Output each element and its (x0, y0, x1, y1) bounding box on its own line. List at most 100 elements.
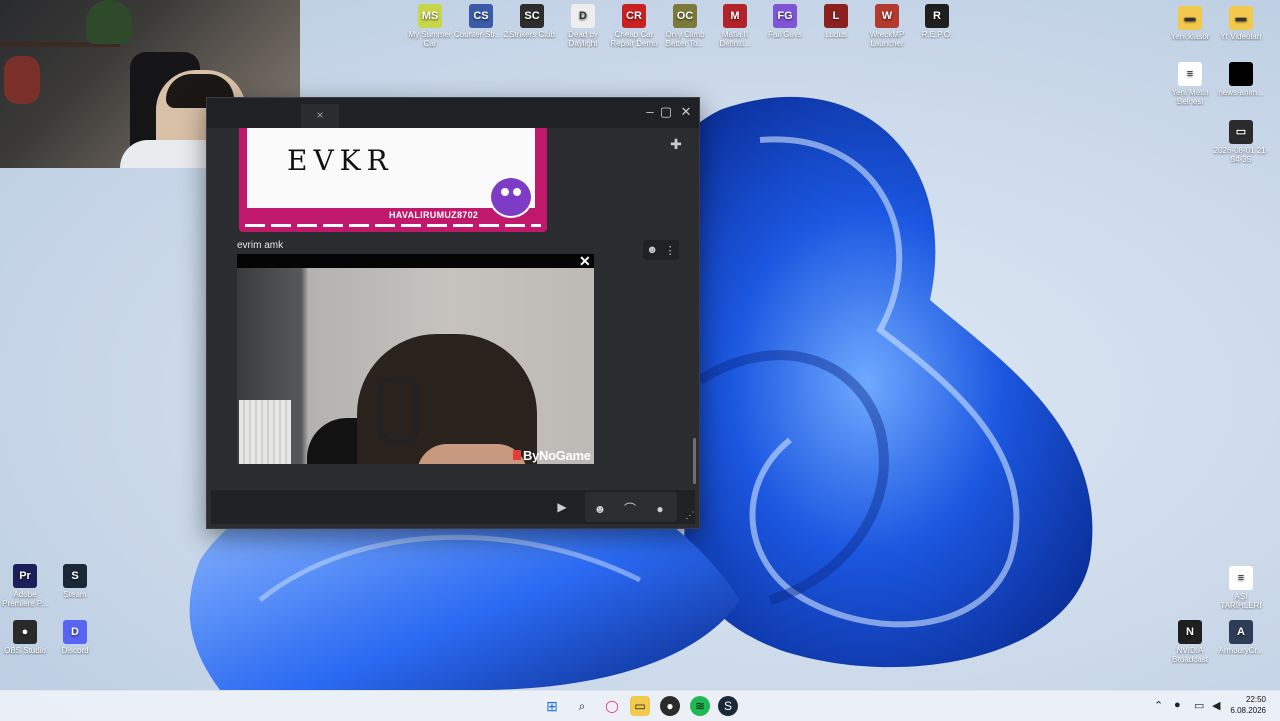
message-actions[interactable]: ☻ ⋮ (643, 240, 679, 260)
desktop-icon-left-2-icon: ● (13, 620, 37, 644)
desktop-icon-top-1-label: Counter-Str... 2 (453, 30, 509, 39)
desktop-icon-right-3-icon (1229, 62, 1253, 86)
desktop-icon-top-2-icon: SC (520, 4, 544, 28)
desktop-icon-top-8-label: Ludus (825, 30, 847, 39)
desktop-icon-top-1[interactable]: CS Counter-Str... 2 (453, 4, 509, 39)
desktop-icon-top-5[interactable]: OC Only Climb Better To... (657, 4, 713, 48)
react-icon[interactable]: ☻ (646, 244, 658, 256)
desktop-icon-right-0[interactable]: ▬ Yeni klasör (1162, 6, 1218, 41)
opera-icon[interactable]: ◯ (602, 696, 622, 716)
desktop-icon-left-0[interactable]: Pr Adobe Premiere P... (0, 564, 53, 608)
composer-buttons: ☻ ⌒ ● (585, 492, 677, 522)
desktop-icon-top-5-label: Only Climb Better To... (665, 30, 705, 48)
desktop-icon-right-1[interactable]: ▬ Yt Videoları (1213, 6, 1269, 41)
sticker-scribble: EVKR (287, 144, 394, 177)
desktop-icon-right-4[interactable]: ▭ 2026-08-01 21-54-35 (1213, 120, 1269, 164)
chat-titlebar[interactable]: × – ▢ ✕ (207, 98, 699, 128)
desktop-icon-top-10-label: R.E.P.O. (921, 30, 953, 39)
desktop-icon-right-0-label: Yeni klasör (1170, 32, 1210, 41)
search-icon[interactable]: ⌕ (572, 696, 592, 716)
voice-icon[interactable]: ● (649, 498, 671, 520)
desktop-icon-top-6[interactable]: M Mafia II Definiti... (707, 4, 763, 48)
desktop-icon-top-0-label: My Summer Car (408, 30, 452, 48)
desktop-icon-top-3[interactable]: D Dead by Daylight (555, 4, 611, 48)
desktop-icon-right-5-icon: ≡ (1229, 566, 1253, 590)
desktop-icon-right-6[interactable]: N NVIDIA Broadcast (1162, 620, 1218, 664)
clock[interactable]: 22:50 6.08.2026 (1230, 694, 1266, 716)
radiator (239, 400, 291, 464)
desktop-icon-right-5-label: AŞI TARİHLERİ (1220, 592, 1262, 610)
desktop-icon-top-4[interactable]: CR Cheap Car Repair Demo (606, 4, 662, 48)
send-icon[interactable]: ▶ (551, 496, 573, 518)
desktop-icon-top-9-label: WreckMP Launcher (869, 30, 905, 48)
desktop-icon-right-6-label: NVIDIA Broadcast (1171, 646, 1209, 664)
desktop-icon-top-4-icon: CR (622, 4, 646, 28)
desktop-icon-right-5[interactable]: ≡ AŞI TARİHLERİ (1213, 566, 1269, 610)
desktop-icon-top-6-icon: M (723, 4, 747, 28)
more-options-icon[interactable]: ⋮ (665, 244, 676, 257)
desktop-icon-top-9[interactable]: W WreckMP Launcher (859, 4, 915, 48)
desktop-icon-top-7[interactable]: FG Fall Guys (757, 4, 813, 39)
emoji-icon[interactable]: ☻ (589, 498, 611, 520)
start-icon[interactable]: ⊞ (542, 696, 562, 716)
maximize-icon[interactable]: ▢ (659, 104, 673, 120)
desktop-icon-top-7-label: Fall Guys (768, 30, 802, 39)
desktop-icon-left-1-label: Steam (63, 590, 87, 599)
minimize-icon[interactable]: – (643, 104, 657, 119)
desktop-icon-right-0-icon: ▬ (1178, 6, 1202, 30)
obs-icon[interactable]: ● (660, 696, 680, 716)
spotify-icon[interactable]: ≋ (690, 696, 710, 716)
file-explorer-icon[interactable]: ▭ (630, 696, 650, 716)
chat-tab[interactable]: × (301, 104, 339, 128)
video-close-icon[interactable]: ✕ (579, 254, 591, 268)
video-watermark: ByNoGame (513, 448, 591, 463)
desktop-icon-top-9-icon: W (875, 4, 899, 28)
chat-scrollbar[interactable] (693, 438, 696, 484)
desktop-icon-right-6-icon: N (1178, 620, 1202, 644)
close-window-icon[interactable]: ✕ (679, 104, 693, 120)
clock-time: 22:50 (1245, 695, 1266, 704)
sticker-stripe (245, 224, 541, 227)
desktop-icon-top-3-icon: D (571, 4, 595, 28)
microphone-icon[interactable]: ● (1174, 699, 1181, 711)
desktop-icon-right-2[interactable]: ≡ Yeni Metin Belgesi (1162, 62, 1218, 106)
network-icon[interactable]: ▭ (1194, 699, 1204, 712)
taskbar: ⊞ ⌕ ◯ ▭ ● ≋ S ⌃ ● ▭ ◀ 22:50 6.08.2026 (0, 690, 1280, 721)
bird-avatar-icon (489, 176, 533, 218)
message-composer[interactable]: ▶ ☻ ⌒ ● ⋰ (211, 490, 695, 524)
desktop-icon-right-7-icon: A (1229, 620, 1253, 644)
desktop-icon-right-3-label: news-anim... (1218, 88, 1264, 97)
desktop-icon-left-0-icon: Pr (13, 564, 37, 588)
desktop-icon-top-4-label: Cheap Car Repair Demo (610, 30, 658, 48)
desktop-icon-top-10-icon: R (925, 4, 949, 28)
chat-content: EVKR HAVALIRUMUZ8702 evrim amk ☻ ⋮ ✕ ByN… (215, 128, 683, 476)
watermark-text: ByNoGame (523, 448, 591, 463)
desktop-icon-top-10[interactable]: R R.E.P.O. (909, 4, 965, 39)
desktop-icon-left-1-icon: S (63, 564, 87, 588)
resize-grip-icon[interactable]: ⋰ (679, 504, 701, 526)
tab-close-icon[interactable]: × (316, 108, 323, 122)
desktop-icon-left-3[interactable]: D Discord (47, 620, 103, 655)
sticker-handle: HAVALIRUMUZ8702 (389, 210, 479, 220)
desktop-icon-left-1[interactable]: S Steam (47, 564, 103, 599)
desktop-icon-top-8-icon: L (824, 4, 848, 28)
desktop-icon-top-2[interactable]: SC Strikers Club (504, 4, 560, 39)
steam-icon[interactable]: S (718, 696, 738, 716)
desktop-icon-left-2-label: OBS Studio (4, 646, 46, 655)
chat-window[interactable]: × – ▢ ✕ ✚ EVKR HAVALIRUMUZ8702 evrim amk… (206, 97, 700, 529)
video-attachment[interactable]: ✕ ByNoGame (237, 254, 594, 464)
volume-icon[interactable]: ◀ (1212, 699, 1220, 712)
desktop-icon-top-3-label: Dead by Daylight (568, 30, 598, 48)
desktop-icon-top-1-icon: CS (469, 4, 493, 28)
desktop-icon-top-8[interactable]: L Ludus (808, 4, 864, 39)
desktop-icon-right-3[interactable]: news-anim... (1213, 62, 1269, 97)
plant (86, 0, 132, 44)
clock-date: 6.08.2026 (1230, 706, 1266, 715)
desktop-icon-left-2[interactable]: ● OBS Studio (0, 620, 53, 655)
tray-chevron-icon[interactable]: ⌃ (1154, 699, 1163, 712)
watermark-logo-icon (513, 450, 521, 460)
desktop-icon-right-7[interactable]: A ArmouryCr... (1213, 620, 1269, 655)
attach-icon[interactable]: ⌒ (619, 498, 641, 520)
desktop-icon-right-2-icon: ≡ (1178, 62, 1202, 86)
desktop-icon-top-0[interactable]: MS My Summer Car (402, 4, 458, 48)
